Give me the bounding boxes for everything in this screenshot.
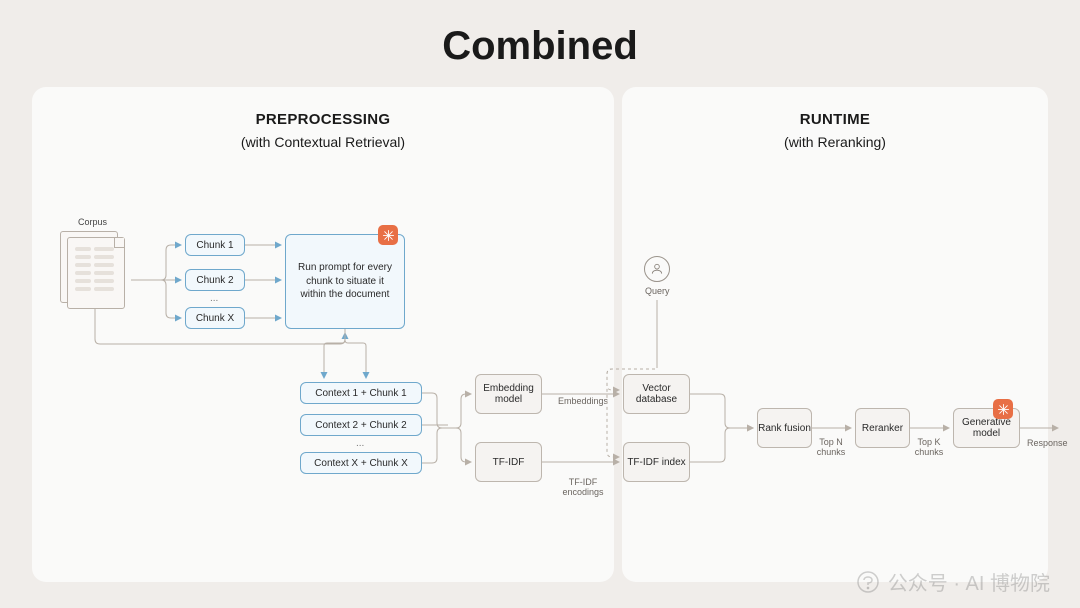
embedding-model-box: Embedding model xyxy=(475,374,542,414)
tfidf-box: TF-IDF xyxy=(475,442,542,482)
reranker-box: Reranker xyxy=(855,408,910,448)
embeddings-label: Embeddings xyxy=(553,396,613,406)
chunk-ellipsis: ... xyxy=(210,293,218,304)
chunk-2-box: Chunk 2 xyxy=(185,269,245,291)
tfidf-index-box: TF-IDF index xyxy=(623,442,690,482)
context-ellipsis: ... xyxy=(356,438,364,449)
preprocessing-subtitle: (with Contextual Retrieval) xyxy=(32,132,614,150)
vector-database-box: Vector database xyxy=(623,374,690,414)
rank-fusion-box: Rank fusion xyxy=(757,408,812,448)
runtime-subtitle: (with Reranking) xyxy=(622,132,1048,150)
prompt-box: Run prompt for every chunk to situate it… xyxy=(285,234,405,329)
top-k-label: Top K chunks xyxy=(908,438,950,458)
watermark-text: 公众号 · AI 博物院 xyxy=(888,567,1050,596)
runtime-panel: RUNTIME (with Reranking) xyxy=(622,87,1048,582)
context-x-box: Context X + Chunk X xyxy=(300,452,422,474)
page-title: Combined xyxy=(0,0,1080,87)
preprocessing-heading: PREPROCESSING xyxy=(32,87,614,132)
response-label: Response xyxy=(1027,438,1068,448)
runtime-heading: RUNTIME xyxy=(622,87,1048,132)
corpus-icon: Corpus xyxy=(55,217,130,309)
preprocessing-panel: PREPROCESSING (with Contextual Retrieval… xyxy=(32,87,614,582)
chunk-1-box: Chunk 1 xyxy=(185,234,245,256)
ai-icon xyxy=(993,399,1013,419)
watermark: 公众号 · AI 博物院 xyxy=(856,567,1050,596)
corpus-label: Corpus xyxy=(55,217,130,227)
context-2-box: Context 2 + Chunk 2 xyxy=(300,414,422,436)
query-label: Query xyxy=(645,286,670,296)
ai-icon xyxy=(378,225,398,245)
user-icon xyxy=(644,256,670,282)
top-n-label: Top N chunks xyxy=(810,438,852,458)
chunk-x-box: Chunk X xyxy=(185,307,245,329)
context-1-box: Context 1 + Chunk 1 xyxy=(300,382,422,404)
tfidf-encodings-label: TF-IDF encodings xyxy=(553,478,613,498)
